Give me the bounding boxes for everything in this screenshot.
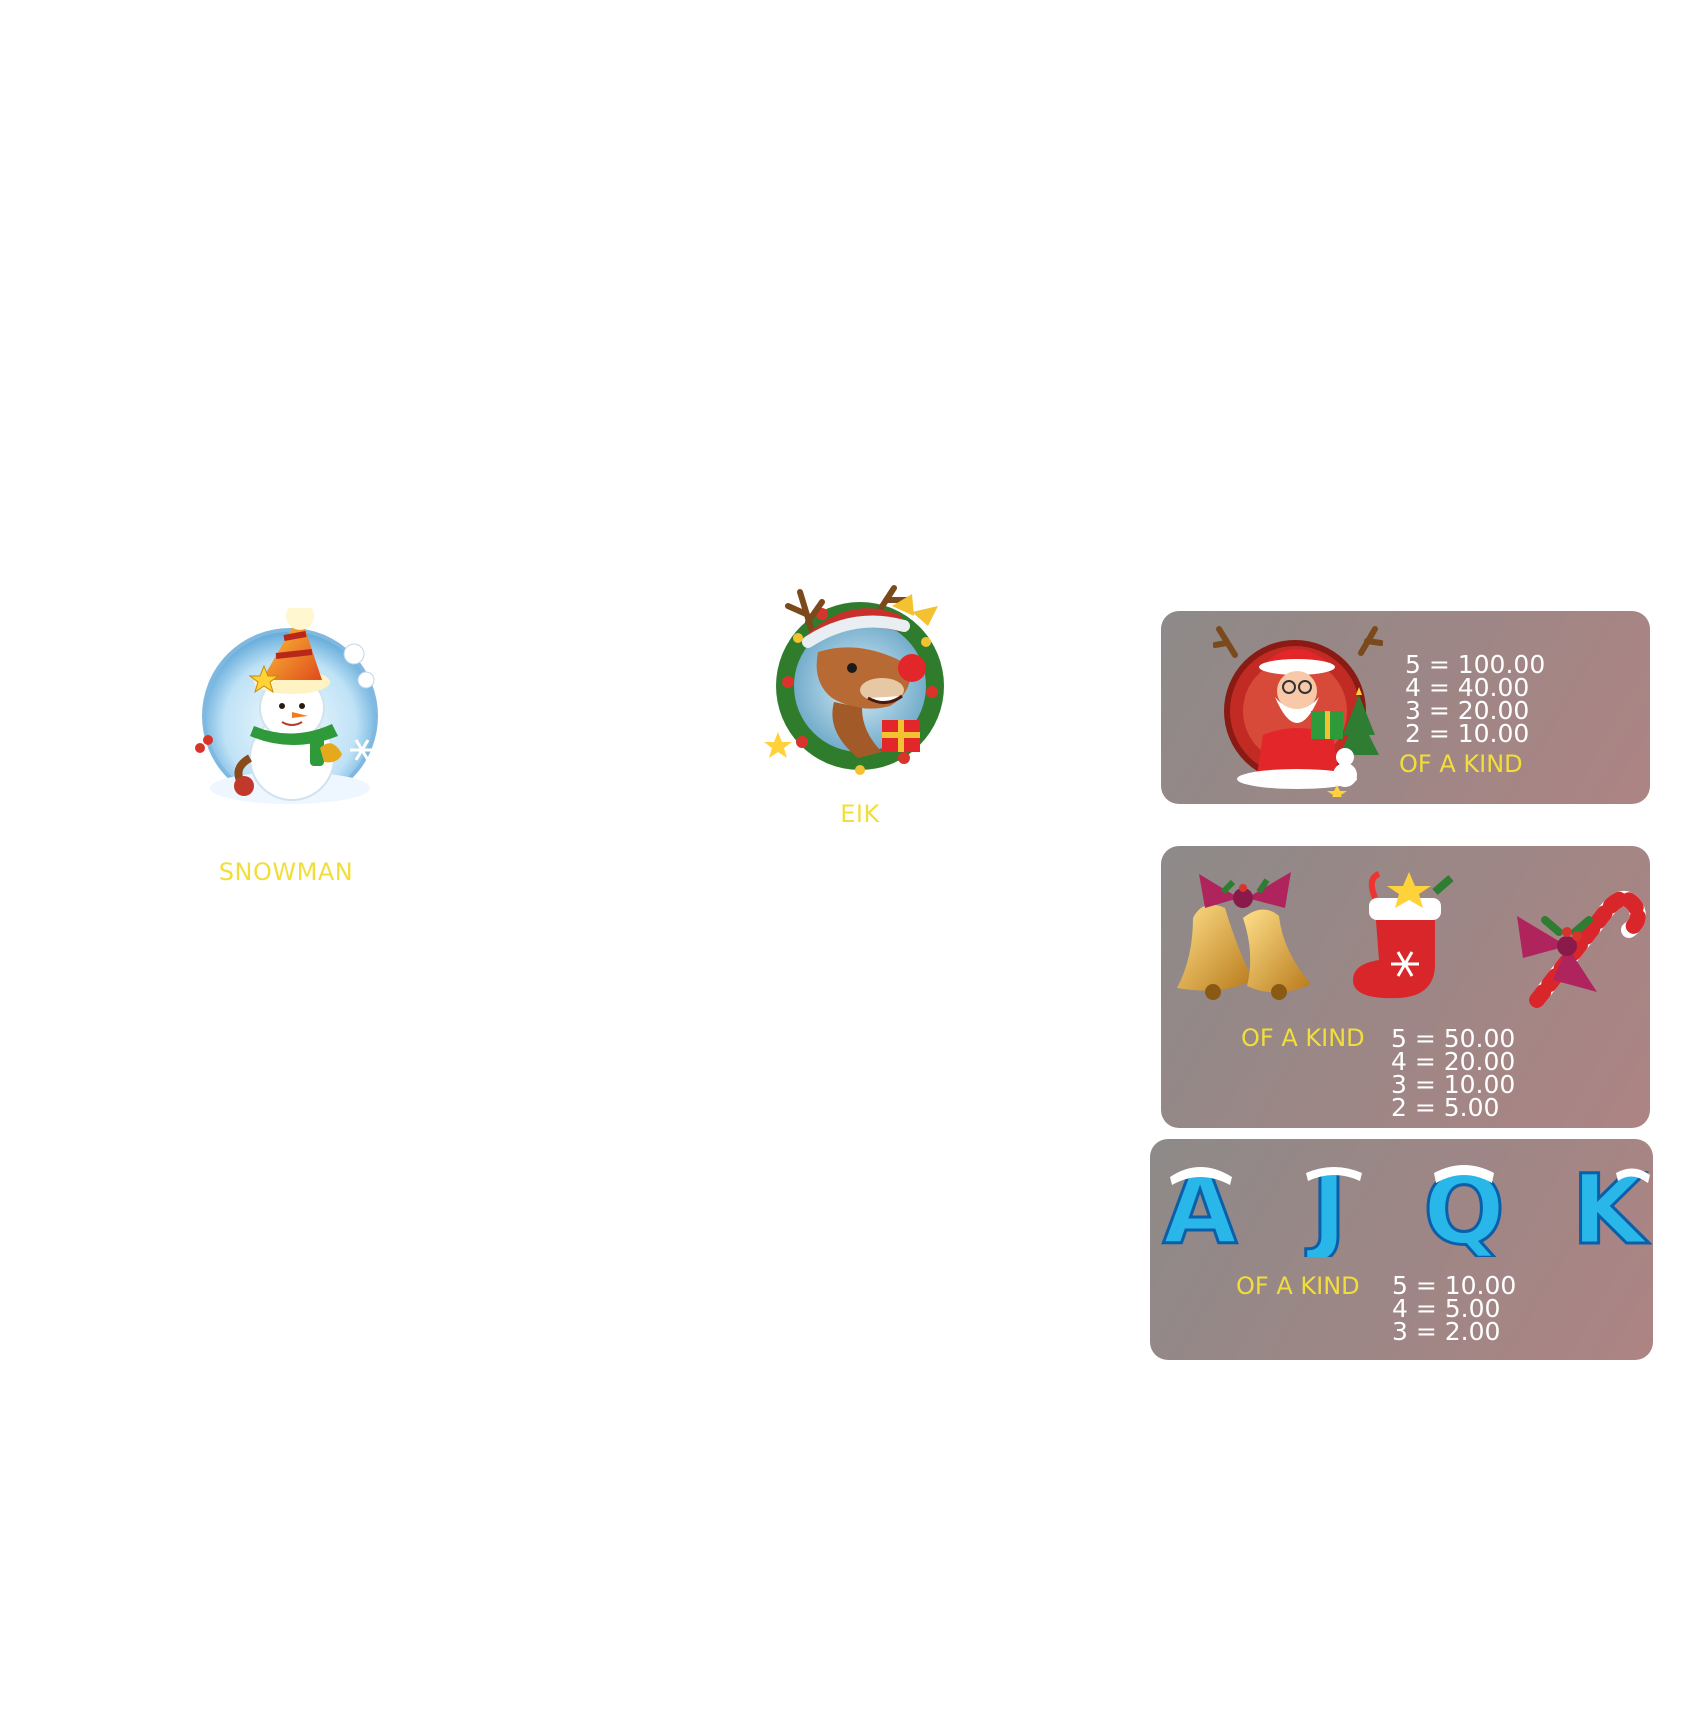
letter-a-icon: A	[1161, 1157, 1238, 1257]
snowman-icon	[195, 608, 378, 804]
letter-k-icon: K	[1570, 1157, 1651, 1257]
of-a-kind-label: OF A KIND	[1236, 1272, 1360, 1300]
payout-3-kind: 3 = 2.00	[1392, 1317, 1501, 1346]
payout-list-letters: 5 = 10.00 4 = 5.00 3 = 2.00	[1392, 1273, 1516, 1346]
santa-icon	[1213, 626, 1383, 797]
paytable-panel-letters: A J Q K OF A KIND 5 = 10.00 4 = 5.00 3 =…	[1150, 1139, 1653, 1360]
bells-icon	[1177, 872, 1311, 1000]
symbol-label-snowman: SNOWMAN	[218, 858, 354, 886]
payout-list-santa: 5 = 100.00 4 = 40.00 3 = 20.00 2 = 10.00	[1405, 652, 1545, 748]
candy-cane-icon	[1517, 891, 1646, 1008]
of-a-kind-label: OF A KIND	[1241, 1024, 1365, 1052]
reindeer-icon	[764, 585, 944, 775]
paytable-panel-santa: 5 = 100.00 4 = 40.00 3 = 20.00 2 = 10.00…	[1161, 611, 1650, 804]
of-a-kind-label: OF A KIND	[1399, 750, 1523, 778]
payout-list-ornaments: 5 = 50.00 4 = 20.00 3 = 10.00 2 = 5.00	[1391, 1026, 1515, 1122]
letter-q-icon: Q	[1422, 1157, 1507, 1257]
stocking-icon	[1353, 871, 1454, 999]
payout-2-kind: 2 = 10.00	[1405, 719, 1530, 748]
payout-2-kind: 2 = 5.00	[1391, 1093, 1500, 1122]
paytable-panel-ornaments: OF A KIND 5 = 50.00 4 = 20.00 3 = 10.00 …	[1161, 846, 1650, 1128]
letter-j-icon: J	[1304, 1157, 1362, 1257]
symbol-label-elk: EIK	[840, 800, 880, 828]
